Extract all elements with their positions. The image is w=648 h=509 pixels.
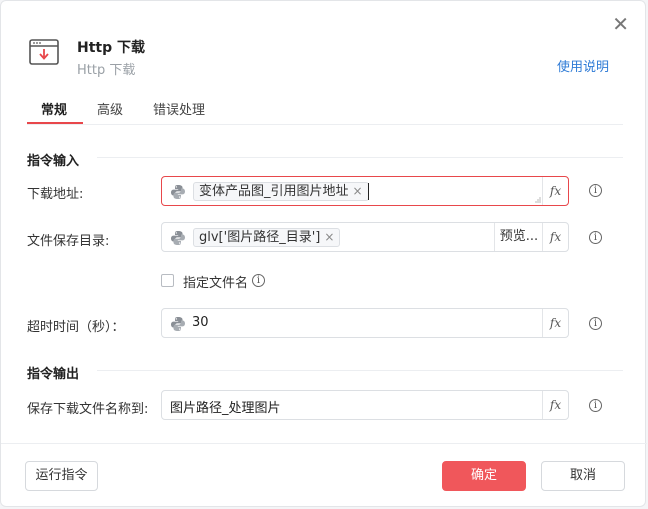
info-icon[interactable]: i xyxy=(589,184,602,197)
active-tab-indicator xyxy=(27,122,83,124)
remove-tag-icon[interactable]: × xyxy=(324,230,334,244)
info-icon[interactable]: i xyxy=(589,399,602,412)
section-divider xyxy=(97,370,623,371)
specify-filename-label: 指定文件名 xyxy=(183,276,249,291)
cancel-button[interactable]: 取消 xyxy=(541,461,625,491)
close-icon[interactable]: ✕ xyxy=(612,14,629,34)
output-section-heading: 指令输出 xyxy=(27,367,80,382)
text-caret xyxy=(368,183,369,200)
python-icon xyxy=(171,185,185,199)
fx-icon[interactable]: fx xyxy=(542,309,568,337)
footer-divider xyxy=(1,443,647,444)
timeout-field[interactable]: 30 fx xyxy=(161,308,569,338)
specify-filename-checkbox[interactable] xyxy=(161,274,174,287)
fx-icon[interactable]: fx xyxy=(542,223,568,251)
variable-tag[interactable]: glv['图片路径_目录'] × xyxy=(193,228,341,247)
resize-handle-icon[interactable] xyxy=(535,197,541,203)
fx-icon[interactable]: fx xyxy=(542,177,568,205)
help-link[interactable]: 使用说明 xyxy=(557,56,609,75)
info-icon[interactable]: i xyxy=(589,317,602,330)
tag-label: 变体产品图_引用图片地址 xyxy=(199,184,349,199)
download-url-label: 下载地址: xyxy=(27,187,84,202)
save-name-value: 图片路径_处理图片 xyxy=(170,401,281,416)
info-icon[interactable]: i xyxy=(589,231,602,244)
python-icon xyxy=(171,317,185,331)
tab-advanced[interactable]: 高级 xyxy=(97,99,123,118)
http-download-dialog: ✕ Http 下载 Http 下载 使用说明 常规 高级 错误处理 指令输入 下… xyxy=(0,0,647,507)
timeout-value: 30 xyxy=(192,315,209,330)
fx-icon[interactable]: fx xyxy=(542,391,568,419)
download-window-icon xyxy=(29,39,59,65)
download-url-field[interactable]: 变体产品图_引用图片地址 × fx xyxy=(161,176,569,206)
save-name-label: 保存下载文件名称到: xyxy=(27,402,149,417)
preview-button[interactable]: 预览... xyxy=(494,223,543,251)
tag-label: glv['图片路径_目录'] xyxy=(199,230,321,245)
dialog-subtitle: Http 下载 xyxy=(77,63,136,78)
info-icon[interactable]: i xyxy=(252,274,265,287)
timeout-label: 超时时间（秒）： xyxy=(27,320,125,335)
tab-error-handling[interactable]: 错误处理 xyxy=(153,99,205,118)
python-icon xyxy=(171,231,185,245)
input-section-heading: 指令输入 xyxy=(27,154,80,169)
remove-tag-icon[interactable]: × xyxy=(353,184,363,198)
tab-bar: 常规 高级 错误处理 xyxy=(27,97,623,125)
save-name-field[interactable]: 图片路径_处理图片 fx xyxy=(161,390,569,420)
section-divider xyxy=(97,157,623,158)
ok-button[interactable]: 确定 xyxy=(442,461,526,491)
save-dir-field[interactable]: glv['图片路径_目录'] × 预览... fx xyxy=(161,222,569,252)
run-command-button[interactable]: 运行指令 xyxy=(25,461,98,491)
dialog-title: Http 下载 xyxy=(77,40,145,56)
variable-tag[interactable]: 变体产品图_引用图片地址 × xyxy=(193,182,369,201)
tab-general[interactable]: 常规 xyxy=(41,99,67,118)
save-dir-label: 文件保存目录: xyxy=(27,234,110,249)
